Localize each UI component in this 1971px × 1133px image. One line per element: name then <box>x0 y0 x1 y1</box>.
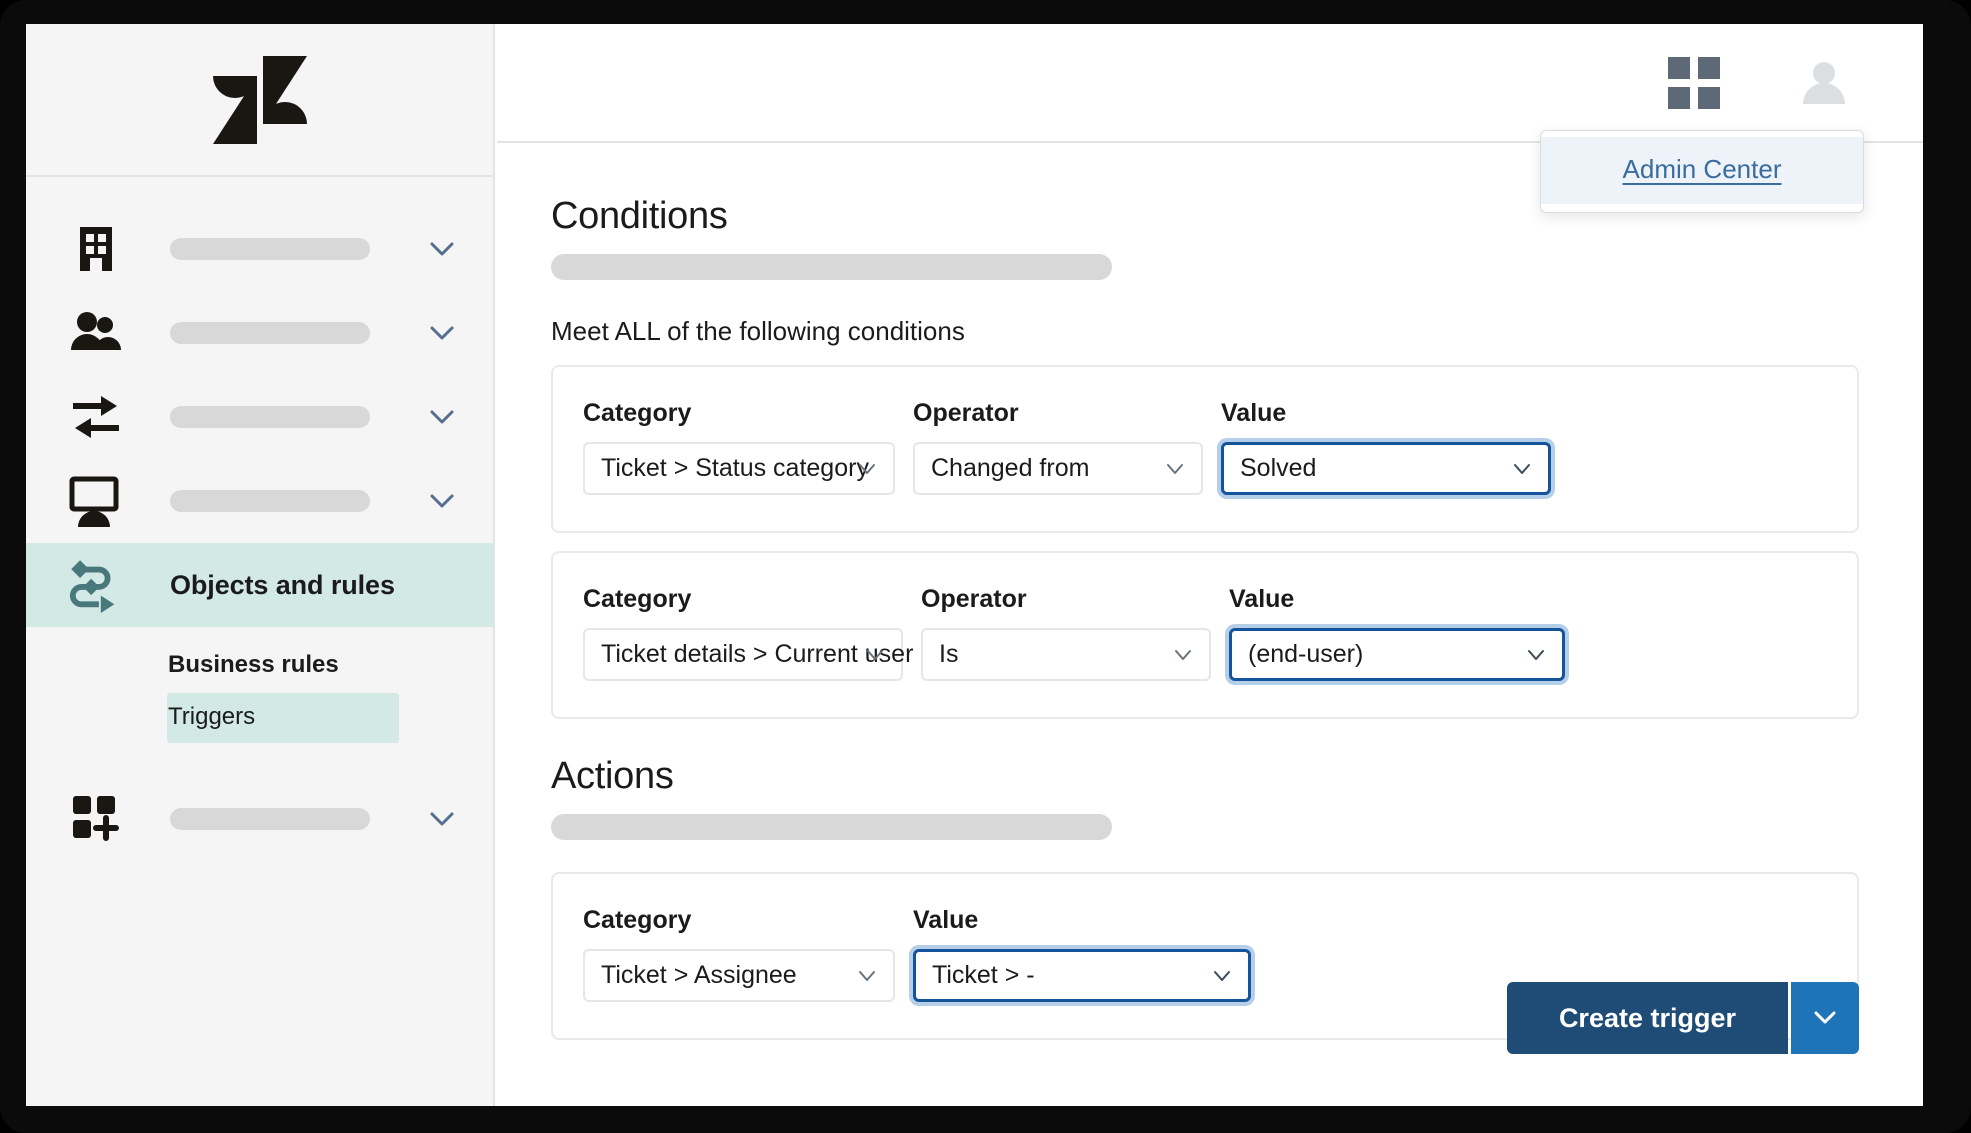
condition-1-category-group: Category Ticket > Status category <box>583 399 895 495</box>
condition-row-2: Category Ticket details > Current user O… <box>551 551 1859 719</box>
field-label-operator: Operator <box>921 585 1027 613</box>
condition-2-value-group: Value (end-user) <box>1229 585 1565 681</box>
sidebar-item-label-placeholder <box>170 490 370 512</box>
zendesk-logo[interactable] <box>212 55 307 144</box>
sidebar-item-label: Objects and rules <box>170 569 395 600</box>
top-bar <box>497 24 1923 143</box>
admin-center-menu: Admin Center <box>1540 130 1864 213</box>
field-label-category: Category <box>583 585 692 613</box>
condition-2-operator-value: Is <box>939 640 959 668</box>
sidebar: Objects and rules Business rules Trigger… <box>26 24 495 1106</box>
chevron-down-icon <box>1164 458 1186 480</box>
footer-actions: Create trigger <box>1506 982 1859 1054</box>
condition-2-value-select[interactable]: (end-user) <box>1229 628 1565 681</box>
sidebar-item-label-placeholder <box>170 406 370 428</box>
chevron-down-icon <box>1172 644 1194 666</box>
condition-1-operator-value: Changed from <box>931 454 1090 482</box>
condition-2-category-select[interactable]: Ticket details > Current user <box>583 628 913 681</box>
chevron-down-icon[interactable] <box>425 802 459 836</box>
menu-item-admin-center[interactable]: Admin Center <box>1541 137 1863 204</box>
sidebar-item-account[interactable] <box>26 207 493 291</box>
chevron-down-icon[interactable] <box>425 484 459 518</box>
action-1-value-select[interactable]: Ticket > - <box>913 949 1251 1002</box>
create-trigger-dropdown-button[interactable] <box>1791 982 1859 1054</box>
field-label-value: Value <box>1229 585 1295 613</box>
arrows-exchange-icon <box>68 389 124 445</box>
condition-1-operator-select[interactable]: Changed from <box>913 442 1203 495</box>
chevron-down-icon <box>856 458 878 480</box>
field-label-operator: Operator <box>913 399 1019 427</box>
field-label-category: Category <box>583 399 692 427</box>
field-label-value: Value <box>913 906 979 934</box>
people-icon <box>68 305 124 361</box>
conditions-subtitle-placeholder <box>551 254 1112 280</box>
sidebar-item-channels[interactable] <box>26 375 493 459</box>
action-1-value-value: Ticket > - <box>932 961 1035 989</box>
condition-row-1: Category Ticket > Status category Operat… <box>551 365 1859 533</box>
content-pane: Conditions Meet ALL of the following con… <box>497 143 1923 1106</box>
chevron-down-icon <box>1211 965 1233 987</box>
sidebar-subheading-business-rules: Business rules <box>168 651 339 678</box>
condition-1-value-group: Value Solved <box>1221 399 1551 495</box>
actions-heading: Actions <box>551 755 674 797</box>
sidebar-nav-list: Objects and rules Business rules Trigger… <box>26 177 493 861</box>
chevron-down-icon <box>1511 458 1533 480</box>
device-frame: Objects and rules Business rules Trigger… <box>0 0 1971 1133</box>
chevron-down-icon <box>864 644 886 666</box>
action-1-category-value: Ticket > Assignee <box>601 961 797 989</box>
chevron-down-icon <box>1525 644 1547 666</box>
action-1-category-select[interactable]: Ticket > Assignee <box>583 949 895 1002</box>
building-icon <box>68 221 124 277</box>
sidebar-item-objects-and-rules[interactable]: Objects and rules <box>26 543 493 627</box>
sidebar-subgroup: Business rules Triggers <box>26 627 493 743</box>
condition-1-value-value: Solved <box>1240 454 1317 482</box>
logo-area <box>26 24 493 177</box>
chevron-down-icon <box>1810 1002 1840 1035</box>
condition-1-category-select[interactable]: Ticket > Status category <box>583 442 895 495</box>
chevron-down-icon[interactable] <box>425 232 459 266</box>
sidebar-item-label-placeholder <box>170 238 370 260</box>
app-window: Objects and rules Business rules Trigger… <box>26 24 1923 1106</box>
field-label-value: Value <box>1221 399 1287 427</box>
main-area: Admin Center Conditions Meet ALL of the … <box>497 24 1923 1106</box>
meet-all-label: Meet ALL of the following conditions <box>551 316 965 346</box>
condition-2-value-value: (end-user) <box>1248 640 1364 668</box>
condition-1-value-select[interactable]: Solved <box>1221 442 1551 495</box>
condition-1-operator-group: Operator Changed from <box>913 399 1203 495</box>
user-avatar-icon[interactable] <box>1797 56 1851 110</box>
action-1-value-group: Value Ticket > - <box>913 906 1251 1002</box>
condition-2-category-group: Category Ticket details > Current user <box>583 585 913 681</box>
chevron-down-icon[interactable] <box>425 400 459 434</box>
create-trigger-button[interactable]: Create trigger <box>1506 982 1788 1054</box>
condition-2-operator-group: Operator Is <box>921 585 1211 681</box>
actions-subtitle-placeholder <box>551 814 1112 840</box>
sidebar-item-people[interactable] <box>26 291 493 375</box>
products-grid-icon[interactable] <box>1667 56 1721 110</box>
apps-add-icon <box>68 791 124 847</box>
condition-2-operator-select[interactable]: Is <box>921 628 1211 681</box>
chevron-down-icon[interactable] <box>425 316 459 350</box>
monitor-person-icon <box>68 473 124 529</box>
objects-rules-icon <box>68 557 124 613</box>
field-label-category: Category <box>583 906 692 934</box>
sidebar-item-label-placeholder <box>170 808 370 830</box>
condition-1-category-value: Ticket > Status category <box>601 454 869 482</box>
sidebar-item-triggers[interactable]: Triggers <box>167 693 399 743</box>
sidebar-item-label-placeholder <box>170 322 370 344</box>
chevron-down-icon <box>856 965 878 987</box>
sidebar-item-apps[interactable] <box>26 777 493 861</box>
sidebar-item-workspaces[interactable] <box>26 459 493 543</box>
action-1-category-group: Category Ticket > Assignee <box>583 906 895 1002</box>
admin-center-link[interactable]: Admin Center <box>1623 154 1782 184</box>
